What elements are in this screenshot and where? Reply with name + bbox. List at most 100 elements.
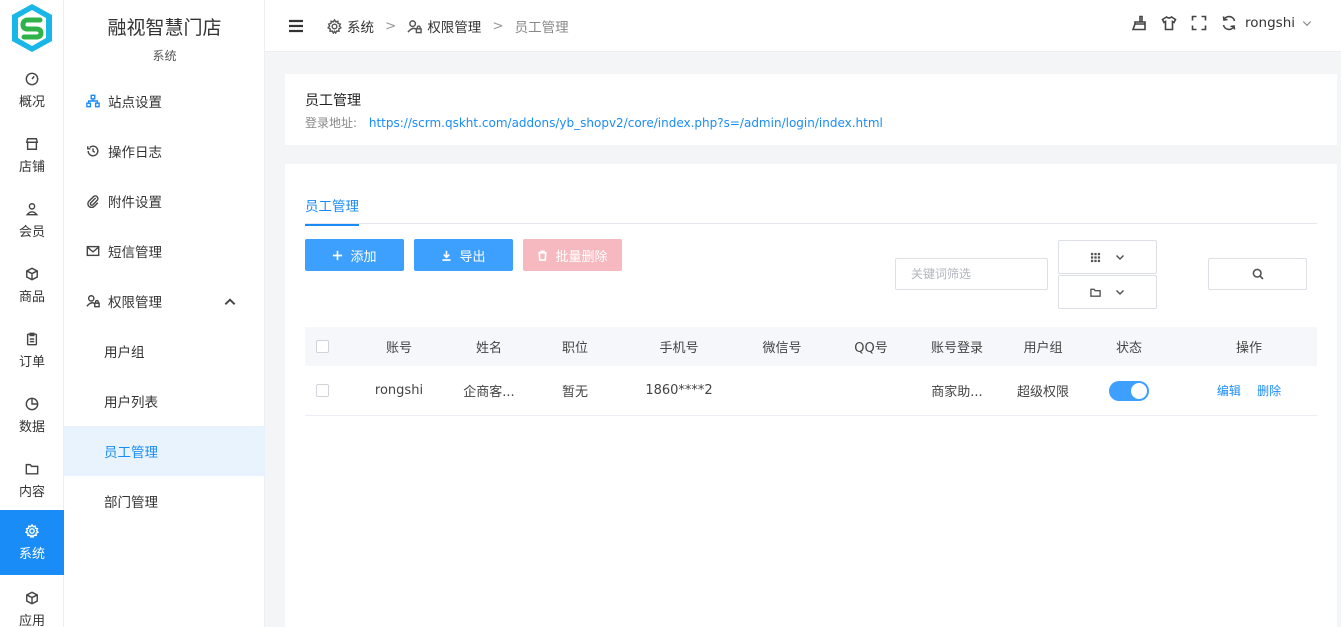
rail-item-apps[interactable]: 应用 (0, 577, 64, 627)
rail-item-label: 数据 (18, 419, 45, 435)
user-lock-icon (407, 19, 423, 33)
sidebar-item-label: 附件设置 (108, 195, 162, 211)
menu-toggle-icon[interactable] (287, 17, 305, 35)
rail-item-label: 店铺 (18, 159, 45, 175)
refresh-icon[interactable] (1221, 15, 1237, 31)
section-title: 系统 (152, 49, 177, 63)
tab-divider (305, 223, 1317, 224)
rail-item-label: 订单 (18, 354, 45, 370)
column-header: 手机号 (659, 341, 699, 356)
sidebar-item-label: 用户组 (104, 345, 145, 361)
sidebar-item-site-settings[interactable]: 站点设置 (64, 76, 265, 126)
store-icon (25, 137, 39, 150)
sidebar-item-permissions[interactable]: 权限管理 (64, 276, 265, 326)
row-checkbox[interactable] (315, 384, 329, 397)
cube-icon (26, 267, 38, 280)
tshirt-icon[interactable] (1161, 15, 1177, 31)
user-name[interactable]: rongshi (1245, 15, 1295, 31)
sidebar-item-label: 操作日志 (108, 145, 162, 161)
rail-item-label: 会员 (18, 224, 45, 240)
rail-item-overview[interactable]: 概况 (0, 58, 64, 123)
chevron-up-icon (224, 298, 236, 305)
cube-icon (26, 591, 38, 604)
gear-icon (327, 18, 342, 34)
export-button-label: 导出 (459, 249, 486, 265)
edit-link[interactable]: 编辑 (1217, 384, 1241, 398)
add-button[interactable]: 添加 (305, 239, 404, 271)
cell-actions: 编辑 删除 (1181, 382, 1317, 399)
column-display-select[interactable] (1058, 240, 1157, 274)
breadcrumb-item-permissions[interactable]: 权限管理 (427, 16, 481, 36)
sidebar-item-label: 权限管理 (108, 295, 162, 311)
download-icon (442, 250, 452, 261)
export-format-select[interactable] (1058, 275, 1157, 309)
user-lock-icon (86, 295, 100, 308)
rail-item-system[interactable]: 系统 (0, 510, 64, 575)
cell-status (1077, 380, 1181, 401)
row-select-cell (305, 384, 339, 397)
fullscreen-icon[interactable] (1191, 15, 1207, 31)
status-toggle[interactable] (1109, 380, 1149, 401)
folder-icon (1090, 288, 1101, 297)
search-button[interactable] (1208, 258, 1307, 290)
batch-delete-button[interactable]: 批量删除 (523, 239, 622, 271)
sidebar-item-attachment-settings[interactable]: 附件设置 (64, 176, 265, 226)
sidebar-item-label: 短信管理 (108, 245, 162, 261)
clipboard-icon (26, 332, 38, 345)
table-header: 账号 姓名 职位 手机号 微信号 QQ号 账号登录 用户组 状态 操作 (305, 327, 1317, 366)
rail-item-label: 系统 (18, 546, 45, 562)
delete-link[interactable]: 删除 (1257, 384, 1281, 398)
sidebar-item-label: 员工管理 (104, 445, 158, 461)
cell-position: 暂无 (561, 385, 588, 400)
sidebar-subitem-user-list[interactable]: 用户列表 (64, 376, 265, 426)
batch-delete-button-label: 批量删除 (555, 249, 608, 265)
breadcrumb-separator: > (492, 18, 504, 34)
sidebar-subitem-staff-management[interactable]: 员工管理 (64, 426, 265, 476)
login-address-link[interactable]: https://scrm.qskht.com/addons/yb_shopv2/… (369, 116, 883, 130)
breadcrumb-item-system[interactable]: 系统 (347, 16, 374, 36)
login-address: 登录地址: https://scrm.qskht.com/addons/yb_s… (305, 114, 883, 131)
rail-item-label: 商品 (18, 289, 45, 305)
select-all-checkbox[interactable] (315, 340, 329, 353)
column-header: 微信号 (762, 341, 802, 356)
sidebar-item-operation-log[interactable]: 操作日志 (64, 126, 265, 176)
column-header: 账号登录 (930, 341, 983, 356)
sidebar-item-label: 部门管理 (104, 495, 158, 511)
history-icon (87, 145, 99, 157)
header-tools: rongshi (1117, 15, 1313, 31)
cell-account: rongshi (374, 383, 424, 398)
sitemap-icon (86, 94, 100, 108)
breadcrumb: 系统 > 权限管理 > 员工管理 (327, 16, 569, 36)
chevron-down-icon[interactable] (1301, 17, 1313, 29)
table-row: rongshi 企商客... 暂无 1860****2 商家助... 超级权限 … (305, 366, 1317, 416)
sidebar: 融视智慧门店 系统 站点设置 操作日志 附件设置 短信管理 权限管理 用户组 用… (64, 0, 265, 627)
dashboard-icon (25, 72, 39, 85)
main-card: 员工管理 添加 导出 批量删除 账号 姓名 职位 手机号 微信号 QQ号 账号登… (285, 164, 1337, 627)
export-button[interactable]: 导出 (414, 239, 513, 271)
mail-icon (86, 245, 100, 257)
plus-icon (333, 250, 343, 260)
gear-icon (25, 523, 39, 538)
app-logo (12, 4, 52, 52)
trash-icon (538, 250, 548, 261)
app-rail: 概况 店铺 会员 商品 订单 数据 内容 系统 应用 (0, 0, 64, 627)
sidebar-subitem-department-management[interactable]: 部门管理 (64, 476, 265, 526)
top-header: 系统 > 权限管理 > 员工管理 rongshi (265, 0, 1341, 52)
rail-item-goods[interactable]: 商品 (0, 253, 64, 318)
sidebar-subitem-user-group[interactable]: 用户组 (64, 326, 265, 376)
column-header: 姓名 (475, 341, 502, 356)
sidebar-item-sms[interactable]: 短信管理 (64, 226, 265, 276)
column-header: 操作 (1235, 341, 1262, 356)
chevron-down-icon (1115, 254, 1125, 261)
paperclip-icon (87, 195, 99, 208)
rail-item-data[interactable]: 数据 (0, 383, 64, 448)
rail-item-member[interactable]: 会员 (0, 188, 64, 253)
rail-item-store[interactable]: 店铺 (0, 123, 64, 188)
rail-item-content[interactable]: 内容 (0, 448, 64, 513)
rail-item-orders[interactable]: 订单 (0, 318, 64, 383)
broom-icon[interactable] (1131, 15, 1147, 31)
keyword-filter-input[interactable] (895, 258, 1048, 290)
search-icon (1252, 268, 1264, 280)
tab-staff-management[interactable]: 员工管理 (305, 195, 359, 226)
pie-icon (25, 397, 39, 410)
